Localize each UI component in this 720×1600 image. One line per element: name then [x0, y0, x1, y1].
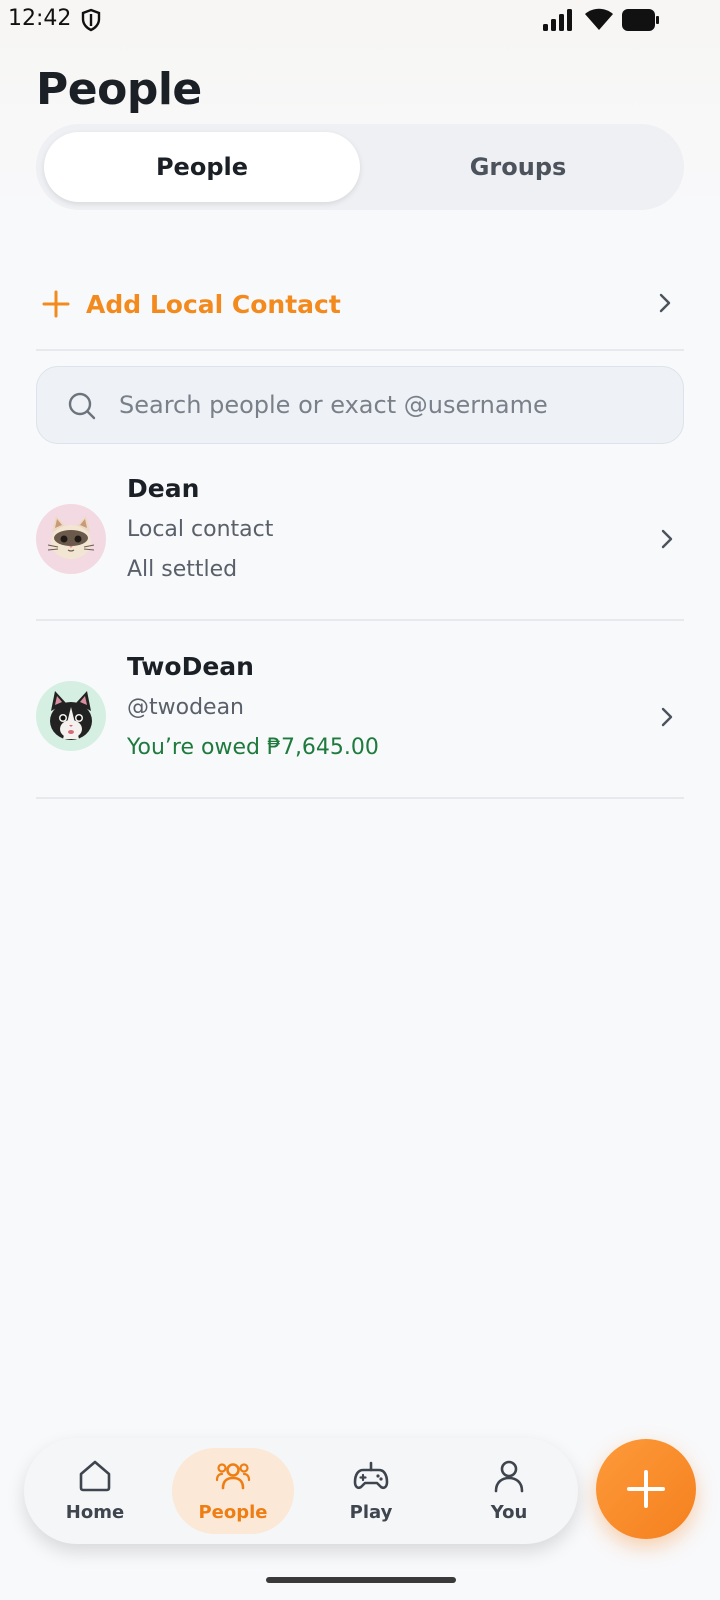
tab-people[interactable]: People: [44, 132, 360, 202]
wifi-icon: [585, 8, 613, 30]
home-indicator[interactable]: [266, 1577, 456, 1583]
nav-people[interactable]: People: [172, 1448, 294, 1534]
people-groups-toggle: People Groups: [36, 124, 684, 210]
tab-groups[interactable]: Groups: [360, 132, 676, 202]
chevron-right-icon: [661, 529, 673, 549]
search-icon: [68, 392, 96, 420]
page-title: People: [36, 64, 202, 115]
shield-icon: [81, 8, 101, 32]
add-button[interactable]: [596, 1439, 696, 1539]
balance-status: All settled: [127, 557, 238, 582]
nav-you-label: You: [490, 1502, 528, 1523]
chevron-right-icon: [659, 293, 671, 313]
status-bar: 12:42: [0, 0, 720, 42]
user-icon: [494, 1460, 524, 1493]
cat-black-avatar: [36, 681, 106, 751]
nav-play-label: Play: [349, 1502, 393, 1523]
home-icon: [79, 1460, 111, 1492]
battery-icon: [622, 9, 659, 31]
chevron-right-icon: [661, 707, 673, 727]
gamepad-icon: [353, 1461, 389, 1490]
status-time: 12:42: [8, 6, 72, 31]
balance-status: You’re owed ₱7,645.00: [127, 735, 379, 760]
person-subtitle: Local contact: [127, 517, 274, 542]
search-input[interactable]: [119, 367, 659, 442]
search-field[interactable]: [36, 366, 684, 444]
divider: [36, 797, 684, 799]
plus-icon: [627, 1470, 665, 1508]
add-local-contact-label: Add Local Contact: [86, 289, 341, 319]
person-name: TwoDean: [127, 652, 254, 681]
signal-icon: [543, 9, 572, 31]
list-item-dean[interactable]: Dean Local contact All settled: [36, 470, 684, 640]
nav-play[interactable]: Play: [310, 1448, 432, 1534]
nav-home[interactable]: Home: [34, 1448, 156, 1534]
nav-people-label: People: [198, 1502, 268, 1523]
add-local-contact-row[interactable]: Add Local Contact: [36, 268, 684, 340]
nav-you[interactable]: You: [448, 1448, 570, 1534]
bottom-navigation: Home People Play You: [24, 1438, 578, 1544]
person-name: Dean: [127, 474, 200, 503]
person-subtitle: @twodean: [127, 695, 245, 720]
cat-cream-avatar: [36, 504, 106, 574]
people-icon: [215, 1463, 251, 1490]
nav-home-label: Home: [65, 1502, 125, 1523]
divider: [36, 619, 684, 621]
list-item-twodean[interactable]: TwoDean @twodean You’re owed ₱7,645.00: [36, 648, 684, 818]
plus-icon: [42, 290, 70, 318]
divider: [36, 349, 684, 351]
